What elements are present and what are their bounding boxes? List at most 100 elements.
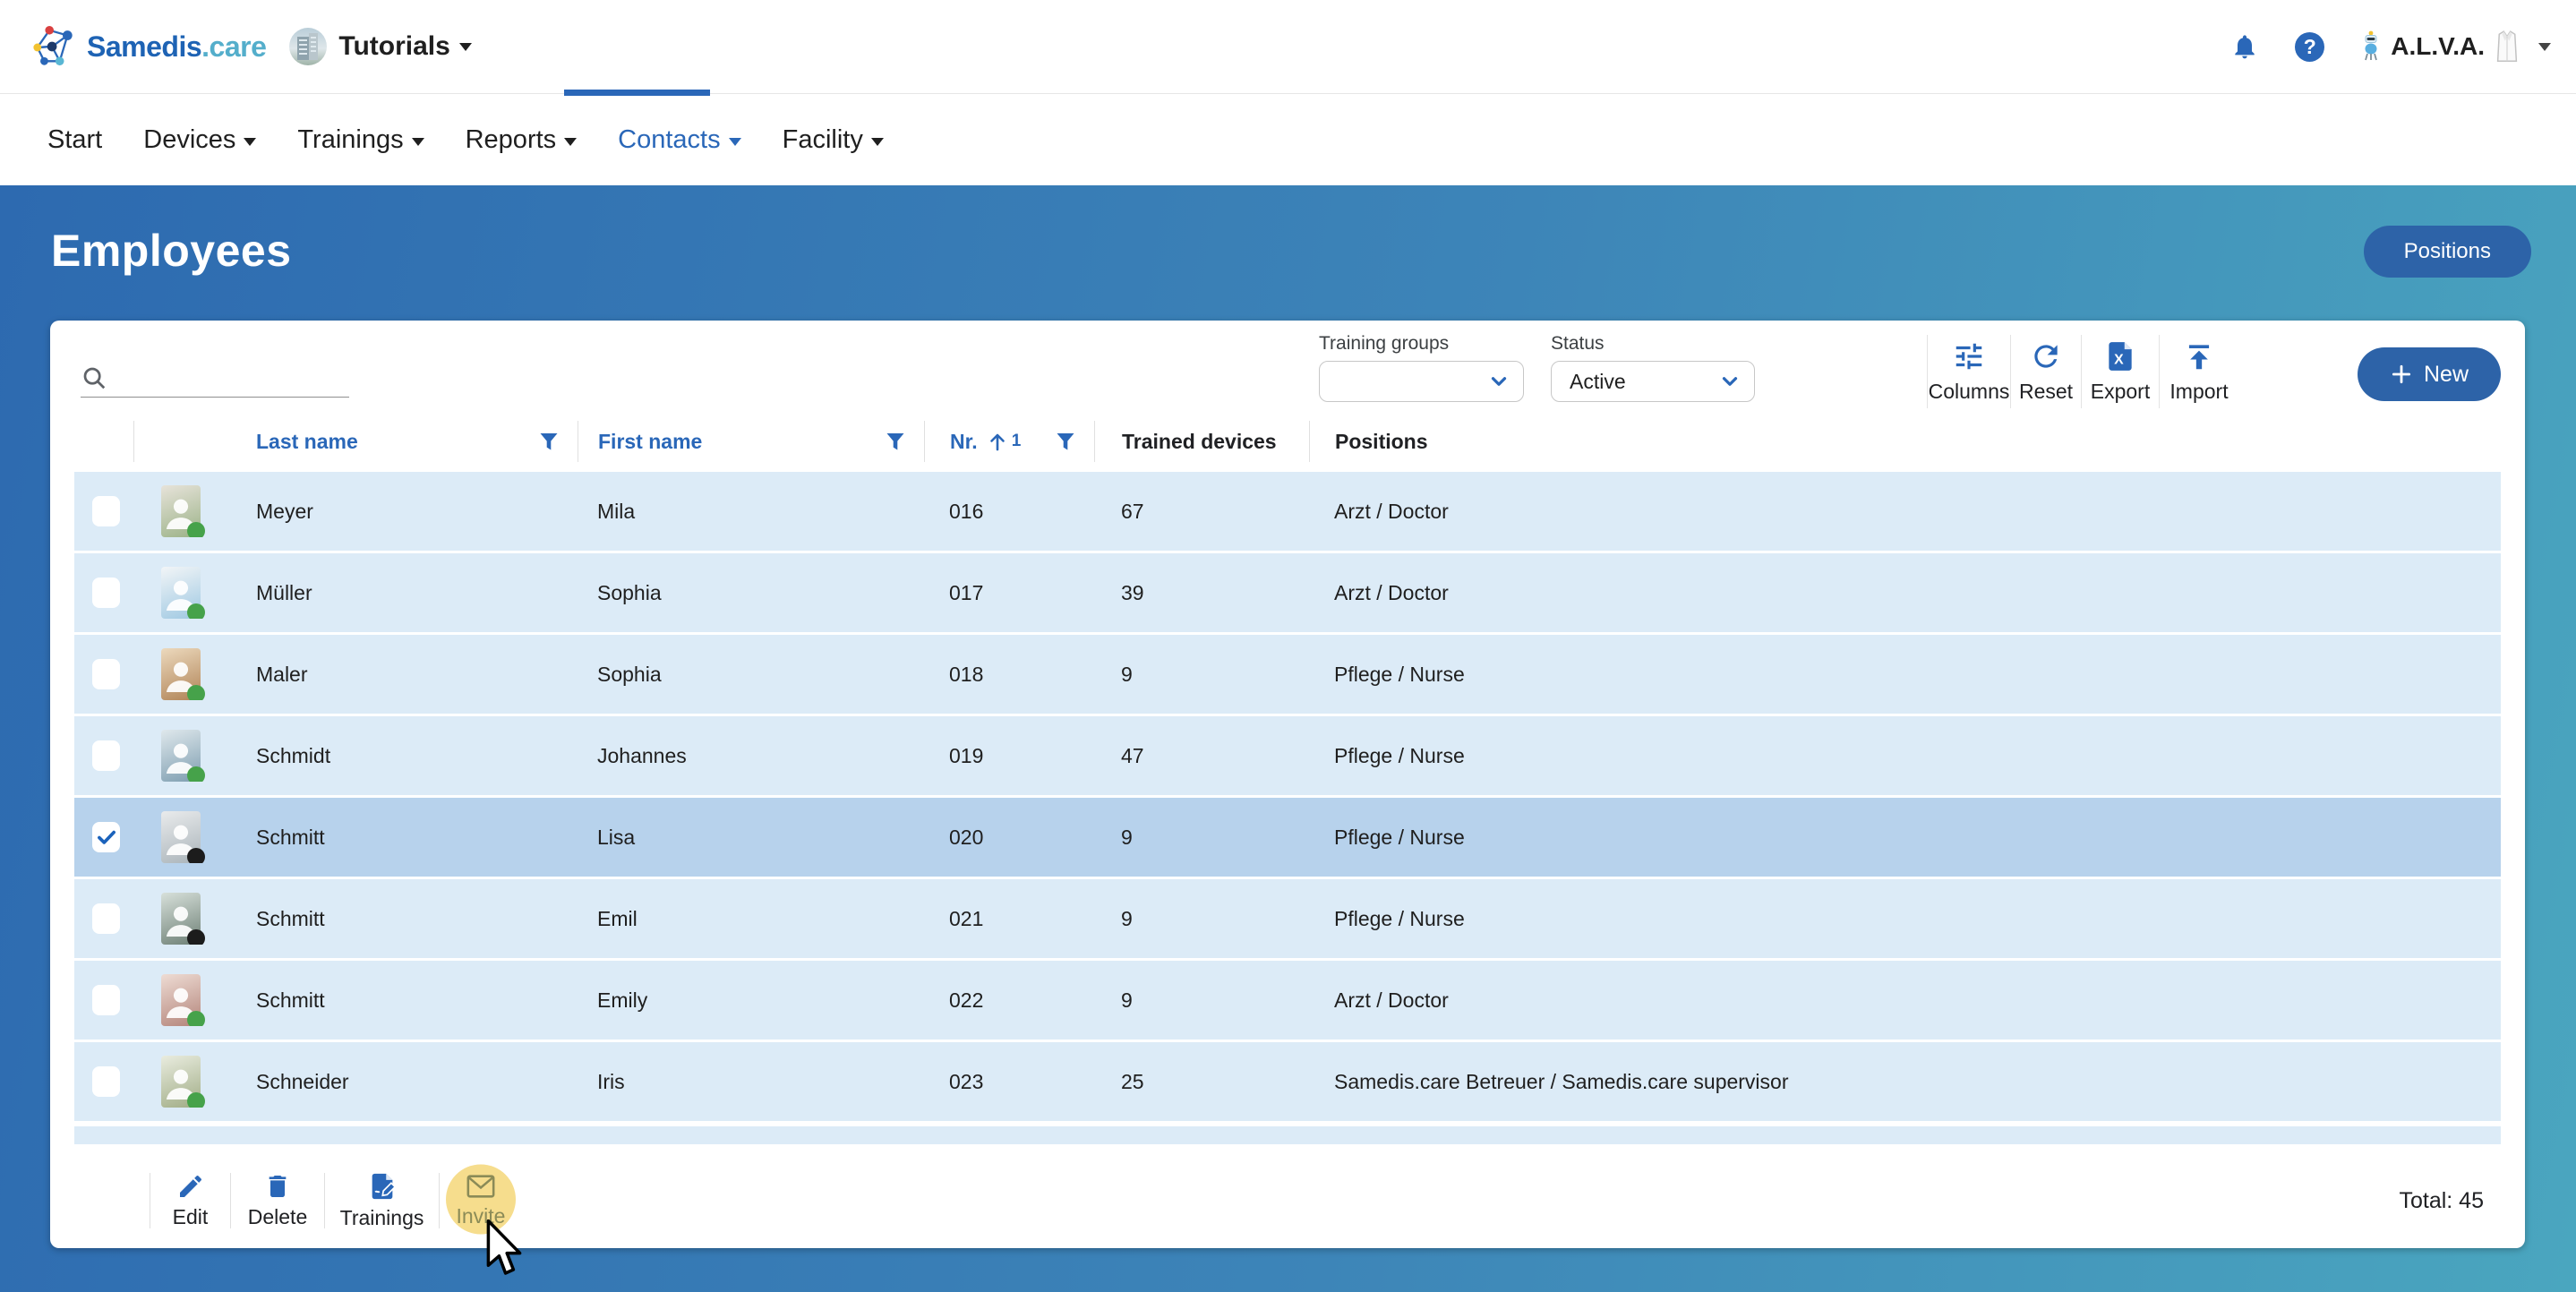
training-groups-field: Training groups [1319, 333, 1524, 402]
sort-order: 1 [1012, 432, 1022, 451]
row-checkbox[interactable] [92, 496, 120, 526]
table-row[interactable]: Schmitt Emily 022 9 Arzt / Doctor [74, 961, 2501, 1040]
delete-button[interactable]: Delete [231, 1171, 324, 1230]
nav-item-reports[interactable]: Reports [466, 125, 578, 155]
table-row[interactable]: Müller Sophia 017 39 Arzt / Doctor [74, 553, 2501, 632]
row-select-cell [74, 740, 134, 771]
search-input[interactable] [118, 366, 349, 393]
import-label: Import [2169, 380, 2228, 404]
workspace-label: Tutorials [338, 31, 449, 62]
training-groups-label: Training groups [1319, 333, 1524, 355]
sort-indicator[interactable]: 1 [987, 430, 1022, 453]
column-header-positions[interactable]: Positions [1309, 421, 2501, 462]
nav-item-label: Trainings [297, 125, 403, 155]
row-checkbox[interactable] [92, 578, 120, 608]
chevron-down-icon [1718, 370, 1742, 393]
edit-button[interactable]: Edit [150, 1171, 230, 1230]
column-header-first-name[interactable]: First name [578, 421, 924, 462]
nav-item-start[interactable]: Start [47, 125, 102, 155]
status-select[interactable]: Active [1551, 361, 1755, 402]
chevron-down-icon [412, 138, 424, 146]
cell-positions: Pflege / Nurse [1309, 744, 2501, 768]
robot-icon [2360, 30, 2382, 63]
help-button[interactable]: ? [2295, 32, 2324, 62]
row-checkbox[interactable] [92, 659, 120, 689]
avatar [161, 1056, 201, 1108]
cell-first-name: Johannes [578, 744, 924, 768]
invite-label: Invite [457, 1204, 506, 1228]
row-select-cell [74, 496, 134, 526]
column-label: Nr. [950, 430, 978, 454]
workspace-selector[interactable]: Tutorials [289, 28, 471, 65]
table-row[interactable]: Schmitt Lisa 020 9 Pflege / Nurse [74, 798, 2501, 877]
trainings-button[interactable]: Trainings [325, 1170, 439, 1231]
cell-nr: 023 [924, 1070, 1094, 1094]
presence-dot-online [187, 1011, 205, 1026]
cell-trained-devices: 67 [1094, 500, 1309, 524]
cell-positions: Arzt / Doctor [1309, 988, 2501, 1013]
new-button[interactable]: New [2358, 347, 2501, 401]
table-row[interactable]: Maler Sophia 018 9 Pflege / Nurse [74, 635, 2501, 714]
search-field[interactable] [81, 356, 349, 398]
row-checkbox[interactable] [92, 1066, 120, 1097]
nav-item-facility[interactable]: Facility [783, 125, 884, 155]
sort-arrow-up-icon [987, 430, 1008, 453]
row-checkbox[interactable] [92, 985, 120, 1015]
row-avatar-cell [134, 893, 251, 945]
cell-nr: 021 [924, 907, 1094, 931]
training-groups-select[interactable] [1319, 361, 1524, 402]
invite-button[interactable]: Invite [440, 1172, 522, 1229]
top-bar: Samedis.care Tutorials ? [0, 0, 2576, 94]
nav-item-trainings[interactable]: Trainings [297, 125, 424, 155]
row-avatar-cell [134, 485, 251, 537]
cell-first-name: Emil [578, 907, 924, 931]
brand-wordmark[interactable]: Samedis.care [87, 30, 266, 64]
excel-export-icon: X [2103, 339, 2137, 373]
trainings-document-icon [367, 1171, 398, 1202]
cell-first-name: Iris [578, 1070, 924, 1094]
row-select-cell [74, 822, 134, 852]
table-toolbar: Columns Reset X Export [1927, 331, 2238, 412]
notifications-button[interactable] [2230, 32, 2259, 61]
table-row[interactable]: Schmitt Emil 021 9 Pflege / Nurse [74, 879, 2501, 958]
presence-dot-online [187, 1092, 205, 1108]
cell-trained-devices: 47 [1094, 744, 1309, 768]
cell-first-name: Emily [578, 988, 924, 1013]
table-row[interactable]: Meyer Mila 016 67 Arzt / Doctor [74, 472, 2501, 551]
columns-button[interactable]: Columns [1928, 331, 2010, 412]
user-menu[interactable]: A.L.V.A. [2360, 30, 2551, 64]
row-select-cell [74, 985, 134, 1015]
active-tab-indicator [564, 90, 710, 96]
table-row[interactable]: Schneider Iris 023 25 Samedis.care Betre… [74, 1042, 2501, 1121]
column-header-trained-devices[interactable]: Trained devices [1094, 421, 1309, 462]
cell-nr: 017 [924, 581, 1094, 605]
samedis-logo-icon[interactable] [33, 25, 74, 68]
filter-funnel-icon[interactable] [1055, 430, 1076, 454]
export-button[interactable]: X Export [2082, 331, 2159, 412]
edit-pencil-icon [176, 1172, 205, 1201]
column-header-nr[interactable]: Nr. 1 [924, 421, 1094, 462]
columns-icon [1952, 339, 1986, 373]
table-row[interactable]: Schmidt Johannes 019 47 Pflege / Nurse [74, 716, 2501, 795]
cell-trained-devices: 9 [1094, 663, 1309, 687]
cell-first-name: Lisa [578, 826, 924, 850]
cell-last-name: Maler [251, 663, 578, 687]
import-button[interactable]: Import [2160, 331, 2238, 412]
positions-button[interactable]: Positions [2364, 226, 2531, 278]
row-checkbox[interactable] [92, 822, 120, 852]
avatar [161, 567, 201, 619]
row-checkbox[interactable] [92, 740, 120, 771]
nav-item-contacts[interactable]: Contacts [618, 125, 740, 155]
trash-icon [263, 1172, 292, 1201]
nav-item-devices[interactable]: Devices [143, 125, 256, 155]
column-header-last-name[interactable]: Last name [251, 421, 578, 462]
column-label: Trained devices [1122, 430, 1277, 454]
filter-funnel-icon[interactable] [885, 430, 906, 454]
main-nav: Start Devices Trainings Reports Contacts Faci… [0, 94, 2576, 185]
reset-button[interactable]: Reset [2011, 331, 2081, 412]
filter-funnel-icon[interactable] [538, 430, 560, 454]
row-checkbox[interactable] [92, 903, 120, 934]
presence-dot-online [187, 766, 205, 782]
row-avatar-cell [134, 730, 251, 782]
table-body: Meyer Mila 016 67 Arzt / Doctor Müller S… [74, 472, 2501, 1124]
